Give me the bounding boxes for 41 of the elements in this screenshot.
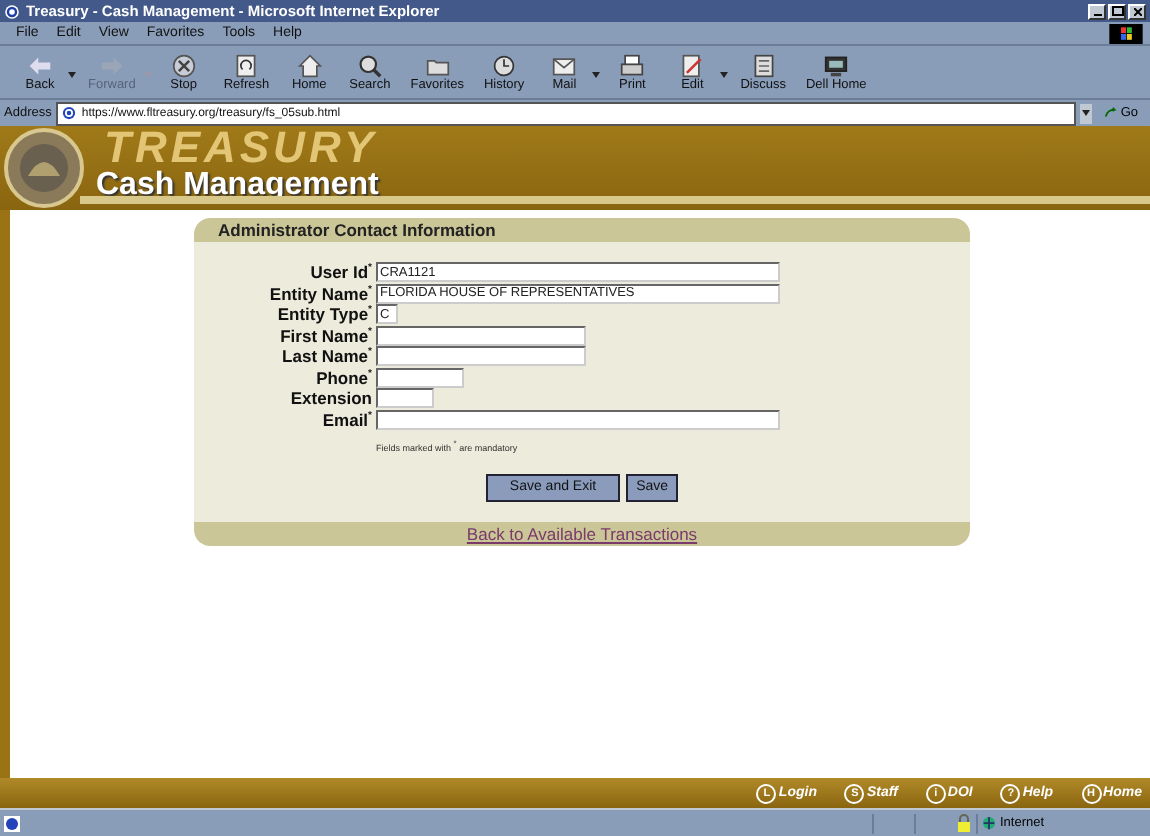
page-icon: [4, 3, 20, 19]
house-icon: [295, 53, 324, 77]
printer-icon: [618, 53, 647, 77]
input-field[interactable]: [376, 367, 464, 387]
field-label: User Id$^{*}$: [308, 262, 374, 282]
globe-icon: [982, 816, 996, 830]
search-icon: [355, 53, 384, 77]
monitor-icon: [822, 53, 851, 77]
refresh-icon: [232, 53, 261, 77]
pencil-icon: [678, 53, 707, 77]
padlock-icon: [956, 814, 972, 832]
windows-logo-icon: [1106, 23, 1146, 43]
field-label: First Name$^{*}$: [278, 325, 374, 345]
banner-watermark: TREASURY: [104, 128, 378, 168]
page-icon: [4, 815, 20, 831]
field-label: Email$^{*}$: [320, 409, 374, 429]
clock-icon: [490, 53, 519, 77]
left-arrow-icon: [26, 53, 54, 77]
stop-icon: [169, 53, 198, 77]
caret-icon[interactable]: [68, 71, 76, 77]
arrow-icon: [1104, 106, 1119, 120]
banner-title: Cash Management: [96, 168, 379, 202]
notepad-icon: [749, 53, 778, 77]
envelope-icon: [550, 53, 579, 77]
input-field[interactable]: [376, 346, 586, 366]
state-seal-drawing: [4, 128, 84, 208]
field-label: Phone$^{*}$: [314, 367, 374, 387]
caret-icon[interactable]: [592, 71, 601, 77]
field-label: Last Name$^{*}$: [280, 346, 374, 366]
field-label: Entity Name$^{*}$: [267, 283, 374, 303]
field-label: Extension: [288, 388, 374, 408]
close-icon[interactable]: [1128, 3, 1146, 19]
field-label: Entity Type$^{*}$: [275, 304, 374, 324]
input-field[interactable]: [376, 325, 586, 345]
page-icon: [61, 106, 76, 120]
caret-icon[interactable]: [720, 71, 729, 77]
minimize-icon[interactable]: [1088, 3, 1106, 19]
input-field[interactable]: [376, 409, 780, 429]
panel-heading: Administrator Contact Information: [218, 220, 496, 240]
input-field[interactable]: [376, 388, 434, 408]
maximize-icon[interactable]: [1108, 3, 1126, 19]
